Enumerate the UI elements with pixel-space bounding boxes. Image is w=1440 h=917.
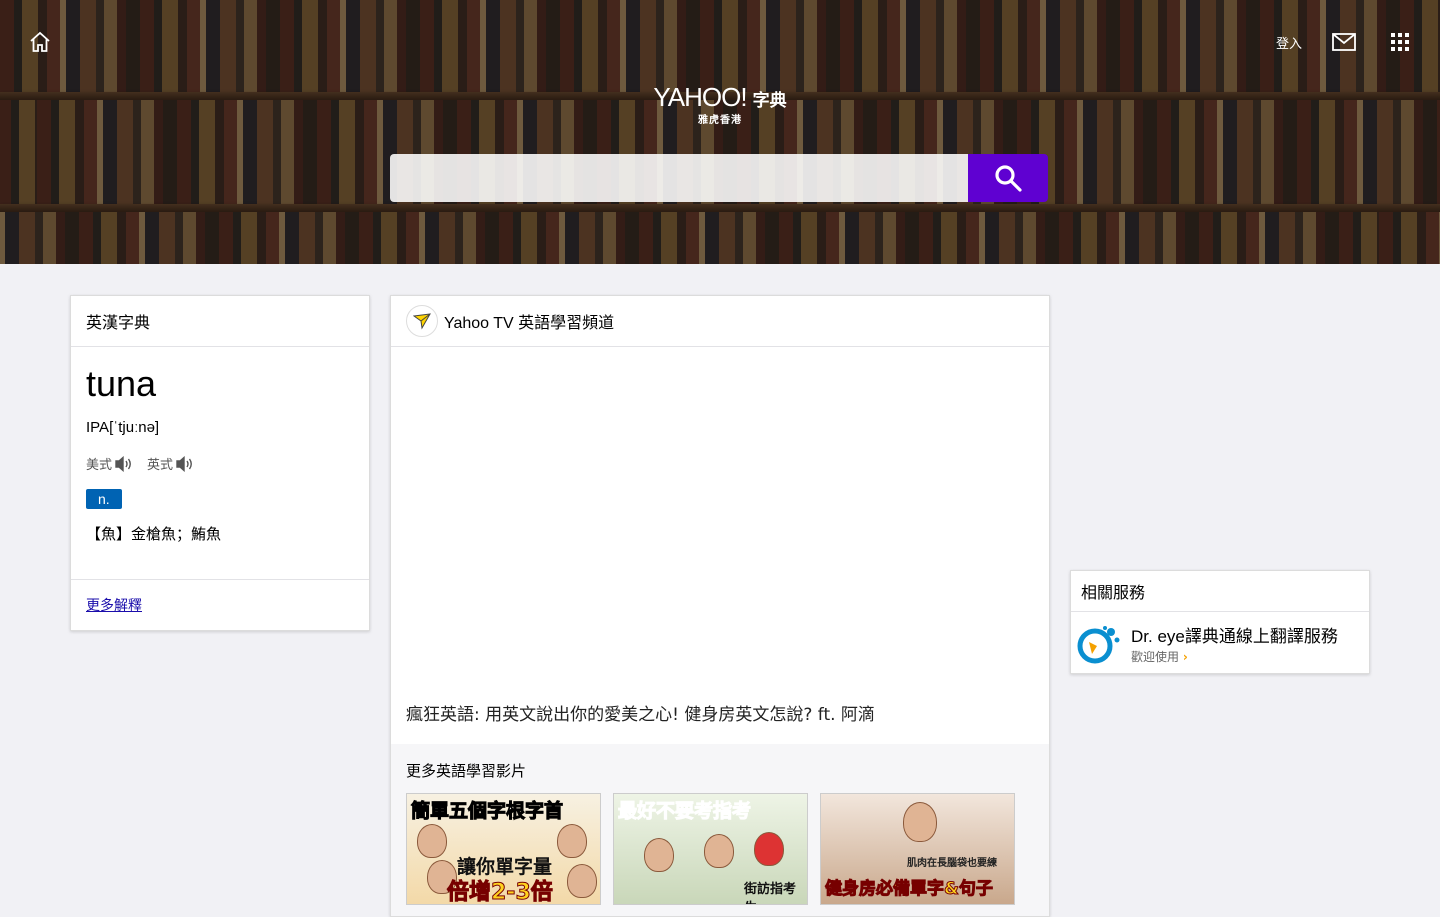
- pronunciation-buttons: 美式 英式: [86, 454, 354, 473]
- header-banner: 登入 YAHOO! 字典 雅虎香港: [0, 0, 1440, 264]
- thumbnail-face: [754, 832, 784, 866]
- part-of-speech-badge: n.: [86, 489, 122, 509]
- related-services-card: 相關服務 Dr. eye譯典通線上翻譯服務 歡迎使用 ›: [1070, 570, 1370, 674]
- mail-icon: [1332, 33, 1356, 51]
- video-caption[interactable]: 瘋狂英語: 用英文說出你的愛美之心! 健身房英文怎說? ft. 阿滴: [406, 700, 1034, 725]
- service-subtitle: 歡迎使用 ›: [1131, 648, 1338, 665]
- dreye-service-link[interactable]: Dr. eye譯典通線上翻譯服務 歡迎使用 ›: [1071, 612, 1369, 675]
- related-videos: 更多英語學習影片 簡單五個字根字首 讓你單字量 倍增2-3倍 最好不要考指考 街…: [391, 744, 1049, 916]
- card-header: 英漢字典: [71, 296, 369, 347]
- thumbnail-text: 最好不要考指考: [617, 800, 752, 823]
- us-pronunciation-button[interactable]: 美式: [86, 454, 133, 473]
- dreye-logo-icon: [1077, 625, 1120, 663]
- login-link[interactable]: 登入: [1276, 33, 1302, 52]
- card-header: Yahoo TV 英語學習頻道: [391, 296, 1049, 347]
- speaker-icon: [115, 455, 131, 472]
- card-title: 相關服務: [1081, 583, 1146, 602]
- search-input[interactable]: [390, 154, 968, 202]
- speaker-icon: [176, 455, 192, 472]
- definition: 【魚】金槍魚；鮪魚: [86, 525, 222, 543]
- channel-logo: [406, 305, 438, 337]
- thumbnail-face: [704, 834, 734, 868]
- thumbnail-face: [417, 824, 447, 858]
- card-title: 英漢字典: [86, 313, 151, 332]
- card-footer: 更多解釋: [71, 579, 369, 630]
- apps-button[interactable]: [1386, 28, 1414, 56]
- header-actions: 登入: [1276, 28, 1414, 56]
- video-thumbnail[interactable]: 肌肉在長腦袋也要練 健身房必備單字&句子: [820, 793, 1015, 905]
- more-definitions-link[interactable]: 更多解釋: [86, 595, 142, 615]
- pronunciation-label: 美式: [86, 458, 113, 473]
- uk-pronunciation-button[interactable]: 英式: [147, 454, 194, 473]
- thumbnail-text: 健身房必備單字&句子: [825, 879, 994, 900]
- thumbnail-face: [903, 802, 937, 842]
- service-welcome-text: 歡迎使用: [1131, 650, 1180, 664]
- thumbnail-face: [557, 824, 587, 858]
- thumbnail-text: 簡單五個字根字首: [410, 800, 564, 823]
- search-button[interactable]: [968, 154, 1048, 202]
- video-thumbnail[interactable]: 最好不要考指考 街訪指考生: [613, 793, 808, 905]
- service-name: Dr. eye譯典通線上翻譯服務: [1131, 627, 1338, 646]
- video-player[interactable]: [391, 347, 1049, 692]
- video-thumbnail[interactable]: 簡單五個字根字首 讓你單字量 倍增2-3倍: [406, 793, 601, 905]
- thumbnail-face: [567, 864, 597, 898]
- thumbnail-list: 簡單五個字根字首 讓你單字量 倍增2-3倍 最好不要考指考 街訪指考生 肌肉在長…: [406, 793, 1034, 905]
- apps-grid-icon: [1391, 33, 1409, 51]
- thumbnail-text: 倍增2-3倍: [447, 880, 554, 905]
- paper-plane-icon: [413, 313, 431, 330]
- dictionary-result-card: 英漢字典 tuna IPA[ˈtjuːnə] 美式 英式 n. 【魚】金槍魚；鮪…: [70, 295, 370, 631]
- search-icon: [995, 165, 1022, 192]
- related-videos-title: 更多英語學習影片: [406, 762, 527, 780]
- ipa-pronunciation: IPA[ˈtjuːnə]: [86, 419, 160, 436]
- thumbnail-face: [644, 838, 674, 872]
- pronunciation-label: 英式: [147, 458, 174, 473]
- home-button[interactable]: [26, 28, 54, 56]
- logo-yahoo-text: YAHOO!: [653, 82, 747, 112]
- home-icon: [30, 31, 50, 52]
- channel-title: Yahoo TV 英語學習頻道: [444, 315, 615, 332]
- yahoo-dictionary-logo[interactable]: YAHOO! 字典 雅虎香港: [649, 82, 791, 126]
- logo-subtitle: 雅虎香港: [698, 115, 742, 126]
- card-header: 相關服務: [1071, 571, 1369, 612]
- logo-product-text: 字典: [752, 91, 787, 111]
- video-card: Yahoo TV 英語學習頻道 瘋狂英語: 用英文說出你的愛美之心! 健身房英文…: [390, 295, 1050, 917]
- mail-button[interactable]: [1330, 28, 1358, 56]
- banner-overlay: [0, 0, 1440, 264]
- chevron-right-icon: ›: [1182, 650, 1188, 664]
- search-bar: [390, 154, 1048, 202]
- thumbnail-text: 街訪指考生: [744, 882, 797, 904]
- headword: tuna: [86, 363, 157, 404]
- thumbnail-text: 肌肉在長腦袋也要練: [907, 858, 997, 869]
